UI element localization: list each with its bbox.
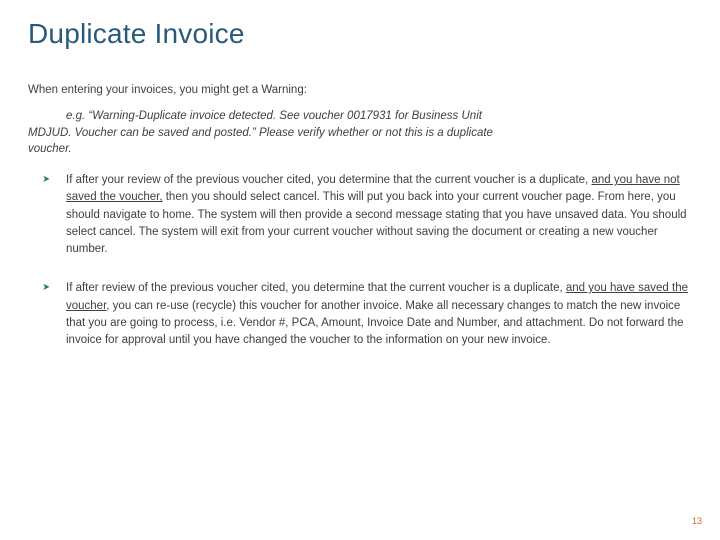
page-number: 13 (692, 516, 702, 526)
example-rest: MDJUD. Voucher can be saved and posted.”… (28, 127, 493, 139)
intro-text: When entering your invoices, you might g… (28, 84, 692, 96)
page-title: Duplicate Invoice (28, 18, 692, 50)
bullet-post: you can re-use (recycle) this voucher fo… (66, 300, 684, 347)
example-block: e.g. “Warning-Duplicate invoice detected… (28, 108, 692, 158)
bullet-pre: If after review of the previous voucher … (66, 282, 566, 294)
example-last: voucher. (28, 143, 72, 155)
example-lead: e.g. “Warning-Duplicate invoice detected… (66, 110, 482, 122)
bullet-pre: If after your review of the previous vou… (66, 174, 591, 186)
list-item: If after review of the previous voucher … (46, 280, 692, 349)
bullet-list: If after your review of the previous vou… (28, 172, 692, 349)
list-item: If after your review of the previous vou… (46, 172, 692, 258)
